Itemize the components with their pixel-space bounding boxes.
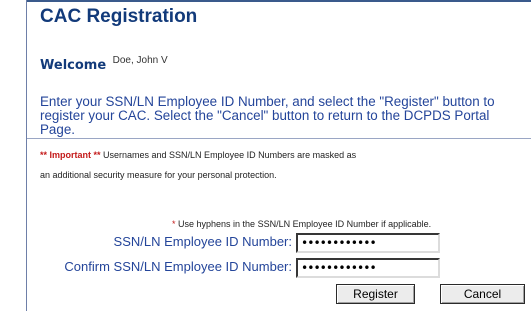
notice-line: an additional security measure for your … — [40, 170, 277, 180]
important-label: ** Important ** — [40, 150, 101, 160]
instructions-line: Page. — [40, 122, 75, 137]
cac-registration-page: CAC Registration Welcome Doe, John V Ent… — [0, 0, 531, 311]
instructions-line: Enter your SSN/LN Employee ID Number, an… — [40, 94, 495, 109]
ssn-password-field[interactable]: •••••••••••• — [296, 233, 440, 253]
instructions-text: Enter your SSN/LN Employee ID Number, an… — [40, 95, 531, 137]
notice-line: ** Important ** Usernames and SSN/LN Emp… — [40, 145, 520, 165]
ssn-field-label: SSN/LN Employee ID Number: — [113, 234, 292, 249]
hint-text: Use hyphens in the SSN/LN Employee ID Nu… — [175, 219, 432, 229]
welcome-label: Welcome — [40, 58, 107, 73]
welcome-line: Welcome Doe, John V — [40, 55, 168, 74]
cancel-button[interactable]: Cancel — [440, 284, 525, 304]
section-divider — [27, 138, 531, 139]
security-notice: ** Important ** Usernames and SSN/LN Emp… — [40, 145, 520, 185]
register-button[interactable]: Register — [336, 284, 415, 304]
notice-text: Usernames and SSN/LN Employee ID Numbers… — [100, 150, 357, 160]
page-title: CAC Registration — [40, 6, 198, 27]
user-name: Doe, John V — [112, 55, 168, 66]
top-border-line — [27, 0, 531, 2]
left-border-line — [26, 0, 27, 311]
hyphen-hint: * Use hyphens in the SSN/LN Employee ID … — [172, 219, 431, 229]
confirm-ssn-password-field[interactable]: •••••••••••• — [296, 258, 440, 278]
instructions-line: register your CAC. Select the "Cancel" b… — [40, 108, 490, 123]
confirm-ssn-field-label: Confirm SSN/LN Employee ID Number: — [64, 259, 292, 274]
